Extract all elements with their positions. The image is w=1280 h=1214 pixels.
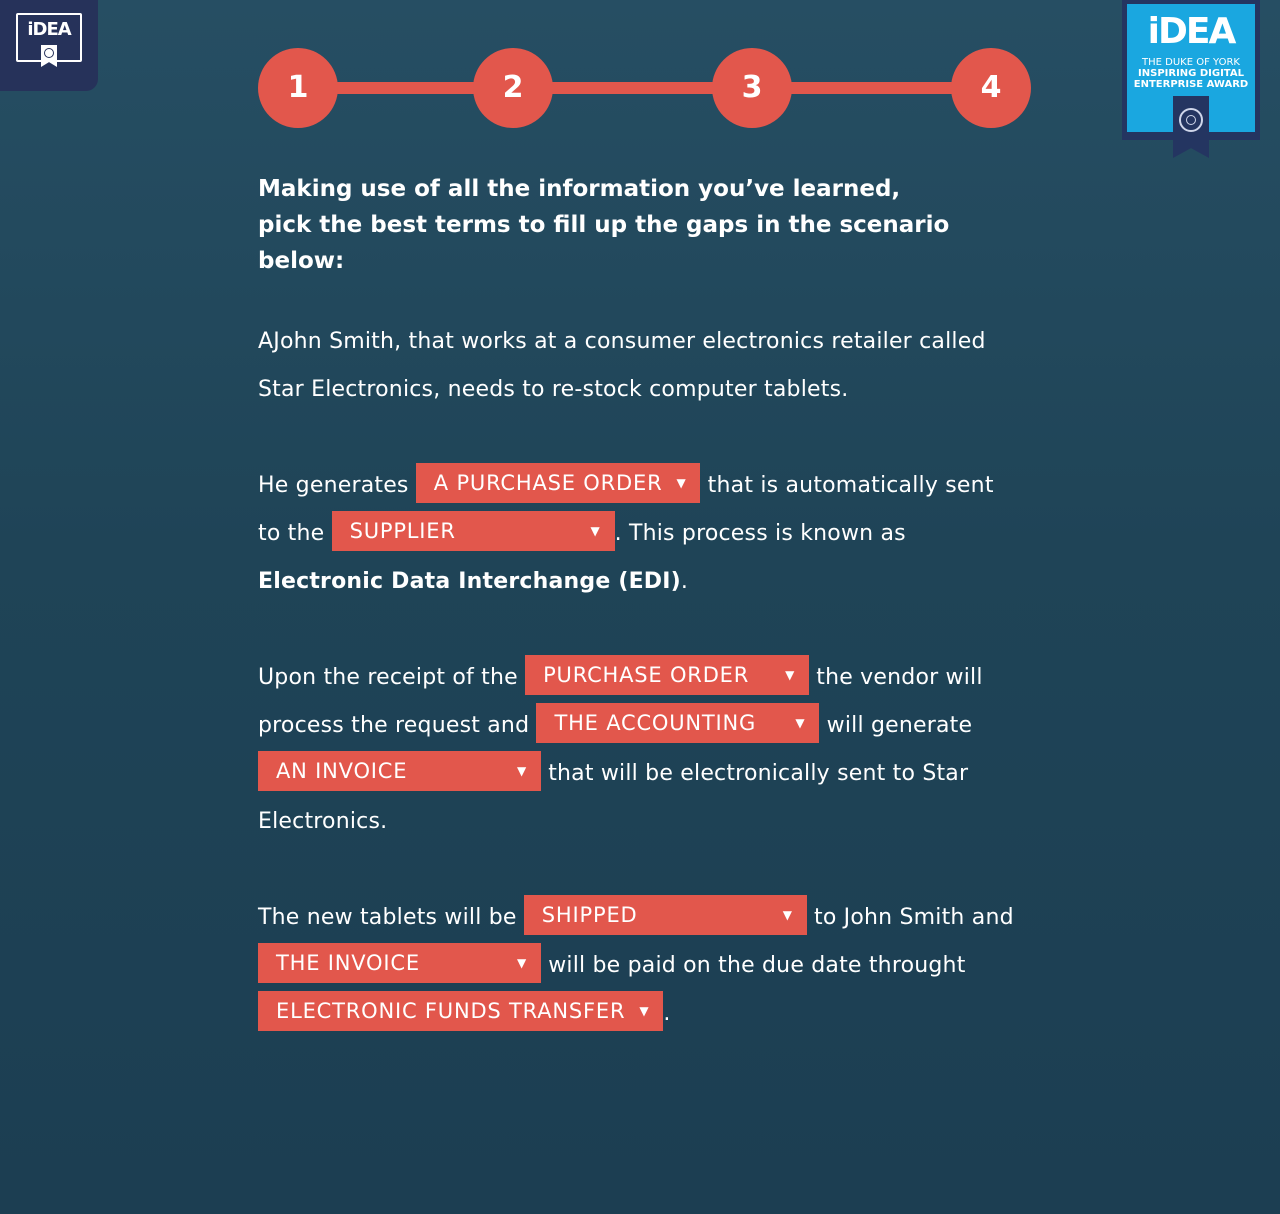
dropdown-document-type[interactable]: A PURCHASE ORDER ▼	[415, 463, 701, 503]
idea-logo[interactable]: iDEA	[0, 0, 98, 91]
dropdown-value: A PURCHASE ORDER	[433, 471, 663, 495]
award-brand: iDEA	[1147, 11, 1237, 52]
award-line-3: ENTERPRISE AWARD	[1133, 79, 1249, 90]
scenario-paragraph-2: He generates A PURCHASE ORDER ▼ that is a…	[258, 462, 1018, 606]
scenario-paragraph-3: Upon the receipt of the PURCHASE ORDER ▼ …	[258, 654, 1018, 846]
dropdown-payment-document[interactable]: THE INVOICE ▼	[258, 943, 541, 983]
p2-text-c: . This process is known as	[614, 521, 906, 546]
logo-ribbon-icon	[41, 45, 57, 67]
instructions-line-1: Making use of all the information you’ve…	[258, 176, 901, 202]
p3-text-a: Upon the receipt of the	[258, 665, 526, 690]
dropdown-delivery[interactable]: SHIPPED ▼	[523, 895, 807, 935]
dropdown-value: SHIPPED	[541, 903, 638, 927]
dropdown-arrow-icon: ▼	[785, 668, 796, 682]
p2-text-a: He generates	[258, 473, 416, 498]
dropdown-arrow-icon: ▼	[590, 524, 601, 538]
scenario-paragraph-4: The new tablets will be SHIPPED ▼ to John…	[258, 894, 1018, 1038]
step-1[interactable]: 1	[258, 48, 338, 128]
dropdown-arrow-icon: ▼	[782, 908, 793, 922]
dropdown-value: THE INVOICE	[276, 951, 420, 975]
dropdown-value: PURCHASE ORDER	[543, 663, 750, 687]
award-line-1: THE DUKE OF YORK	[1142, 57, 1240, 68]
p2-text-d: .	[680, 569, 689, 594]
dropdown-value: THE ACCOUNTING	[554, 711, 757, 735]
progress-stepper: 1 2 3 4	[258, 48, 1033, 128]
p4-text-a: The new tablets will be	[258, 905, 524, 930]
step-4[interactable]: 4	[951, 48, 1031, 128]
edi-term: Electronic Data Interchange (EDI)	[258, 569, 681, 594]
award-seal-icon	[1179, 108, 1203, 132]
p4-text-b: to John Smith and	[806, 905, 1014, 930]
dropdown-recipient[interactable]: SUPPLIER ▼	[331, 511, 615, 551]
stepper-line	[298, 82, 993, 94]
award-line-2: INSPIRING DIGITAL	[1138, 68, 1244, 79]
dropdown-generated-document[interactable]: AN INVOICE ▼	[258, 751, 541, 791]
dropdown-value: ELECTRONIC FUNDS TRANSFER	[276, 999, 626, 1023]
dropdown-department[interactable]: THE ACCOUNTING ▼	[536, 703, 820, 743]
instructions: Making use of all the information you’ve…	[258, 171, 998, 279]
logo-frame: iDEA	[16, 13, 82, 67]
instructions-line-2: pick the best terms to fill up the gaps …	[258, 212, 950, 238]
dropdown-value: AN INVOICE	[276, 759, 408, 783]
p3-text-c: will generate	[819, 713, 973, 738]
step-3[interactable]: 3	[712, 48, 792, 128]
p4-text-d: .	[663, 1001, 671, 1026]
idea-award-badge: iDEA THE DUKE OF YORK INSPIRING DIGITAL …	[1122, 0, 1260, 158]
step-2[interactable]: 2	[473, 48, 553, 128]
dropdown-arrow-icon: ▼	[795, 716, 806, 730]
dropdown-arrow-icon: ▼	[676, 476, 687, 490]
dropdown-received-document[interactable]: PURCHASE ORDER ▼	[525, 655, 810, 695]
instructions-line-3: below:	[258, 248, 345, 274]
logo-text: iDEA	[27, 19, 71, 40]
dropdown-arrow-icon: ▼	[639, 1004, 650, 1018]
p4-text-c: will be paid on the due date throught	[541, 953, 966, 978]
dropdown-value: SUPPLIER	[349, 519, 456, 543]
dropdown-arrow-icon: ▼	[516, 764, 527, 778]
dropdown-arrow-icon: ▼	[516, 956, 527, 970]
scenario-paragraph-1: AJohn Smith, that works at a consumer el…	[258, 329, 986, 402]
dropdown-payment-method[interactable]: ELECTRONIC FUNDS TRANSFER ▼	[258, 991, 664, 1031]
